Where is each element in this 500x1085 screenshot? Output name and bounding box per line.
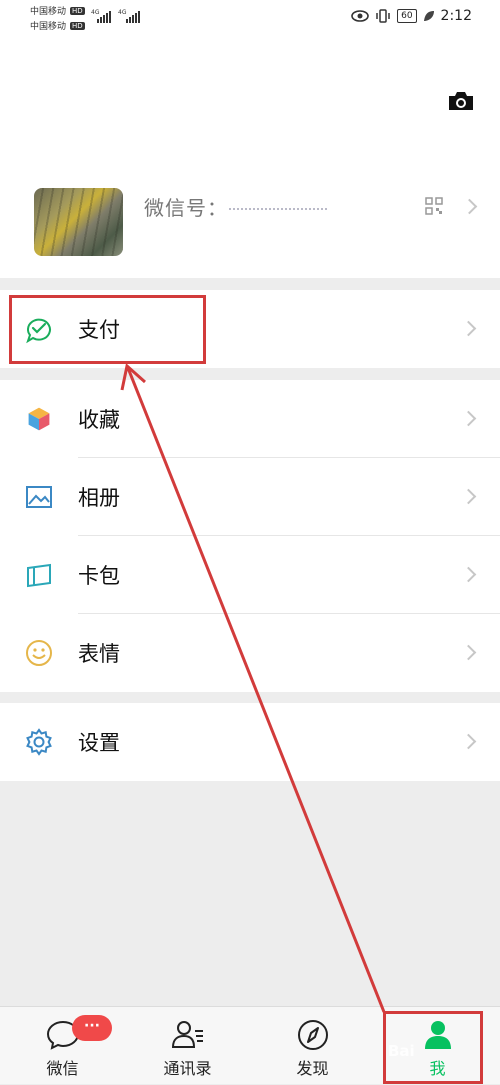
menu-item-album[interactable]: 相册 xyxy=(0,458,500,536)
menu-item-stickers[interactable]: 表情 xyxy=(0,614,500,692)
wechat-id-value xyxy=(229,208,327,210)
carrier-2: 中国移动 HD xyxy=(30,19,85,32)
menu-item-favorites[interactable]: 收藏 xyxy=(0,380,500,458)
gear-icon xyxy=(26,728,52,756)
battery-indicator: 60 xyxy=(397,9,417,23)
chevron-right-icon xyxy=(460,644,477,661)
carrier-1: 中国移动 HD xyxy=(30,4,85,17)
signal-icon-1 xyxy=(97,11,111,23)
carrier-2-name: 中国移动 xyxy=(30,22,67,32)
tab-contacts[interactable]: 通讯录 xyxy=(125,1007,250,1085)
menu-item-pay-label: 支付 xyxy=(78,318,120,342)
vibrate-icon xyxy=(376,9,390,23)
tab-chats-label: 微信 xyxy=(46,1059,79,1078)
wallet-check-icon xyxy=(26,318,51,344)
eye-icon xyxy=(351,10,369,22)
smiley-icon xyxy=(26,640,52,666)
wechat-id-label: 微信号： xyxy=(144,196,228,220)
menu-item-settings-label: 设置 xyxy=(78,731,120,755)
pay-group: 支付 xyxy=(0,290,500,368)
status-right: 60 2:12 xyxy=(351,8,472,24)
profile-chevron-icon xyxy=(461,198,478,215)
tab-contacts-label: 通讯录 xyxy=(163,1059,212,1078)
carrier-1-name: 中国移动 xyxy=(30,7,67,17)
chevron-right-icon xyxy=(460,733,477,750)
qr-code-icon[interactable] xyxy=(425,197,443,215)
picture-icon xyxy=(26,486,52,508)
menu-item-stickers-label: 表情 xyxy=(78,642,120,666)
tab-discover-label: 发现 xyxy=(296,1059,329,1078)
settings-group: 设置 xyxy=(0,703,500,781)
menu-item-album-label: 相册 xyxy=(78,486,120,510)
camera-icon[interactable] xyxy=(447,90,475,112)
menu-item-cards[interactable]: 卡包 xyxy=(0,536,500,614)
hd-badge-1: HD xyxy=(70,6,85,15)
chevron-right-icon xyxy=(460,410,477,427)
tab-chats[interactable]: ··· 微信 xyxy=(0,1007,125,1085)
menu-item-favorites-label: 收藏 xyxy=(78,408,120,432)
avatar[interactable] xyxy=(34,188,123,256)
person-icon xyxy=(424,1021,451,1049)
contacts-icon xyxy=(171,1021,203,1048)
leaf-icon xyxy=(423,11,434,21)
signal-icon-2 xyxy=(126,11,140,23)
chevron-right-icon xyxy=(460,488,477,505)
unread-badge: ··· xyxy=(72,1015,112,1041)
compass-icon xyxy=(297,1020,328,1050)
bottom-tab-bar: ··· 微信 通讯录 发现 我 xyxy=(0,1006,500,1084)
menu-item-settings[interactable]: 设置 xyxy=(0,703,500,781)
hd-badge-2: HD xyxy=(70,21,85,30)
features-group: 收藏 相册 卡包 表情 xyxy=(0,380,500,692)
watermark: Bai xyxy=(388,1042,415,1060)
menu-item-cards-label: 卡包 xyxy=(78,564,120,588)
chevron-right-icon xyxy=(460,320,477,337)
menu-item-pay[interactable]: 支付 xyxy=(0,290,500,368)
tab-discover[interactable]: 发现 xyxy=(250,1007,375,1085)
card-icon xyxy=(27,563,51,588)
cube-icon xyxy=(27,406,51,432)
status-bar: 中国移动 HD 中国移动 HD 4G 4G 60 2:12 xyxy=(0,0,500,34)
clock: 2:12 xyxy=(440,8,472,24)
profile-header[interactable]: 微信号： xyxy=(0,34,500,278)
chevron-right-icon xyxy=(460,566,477,583)
